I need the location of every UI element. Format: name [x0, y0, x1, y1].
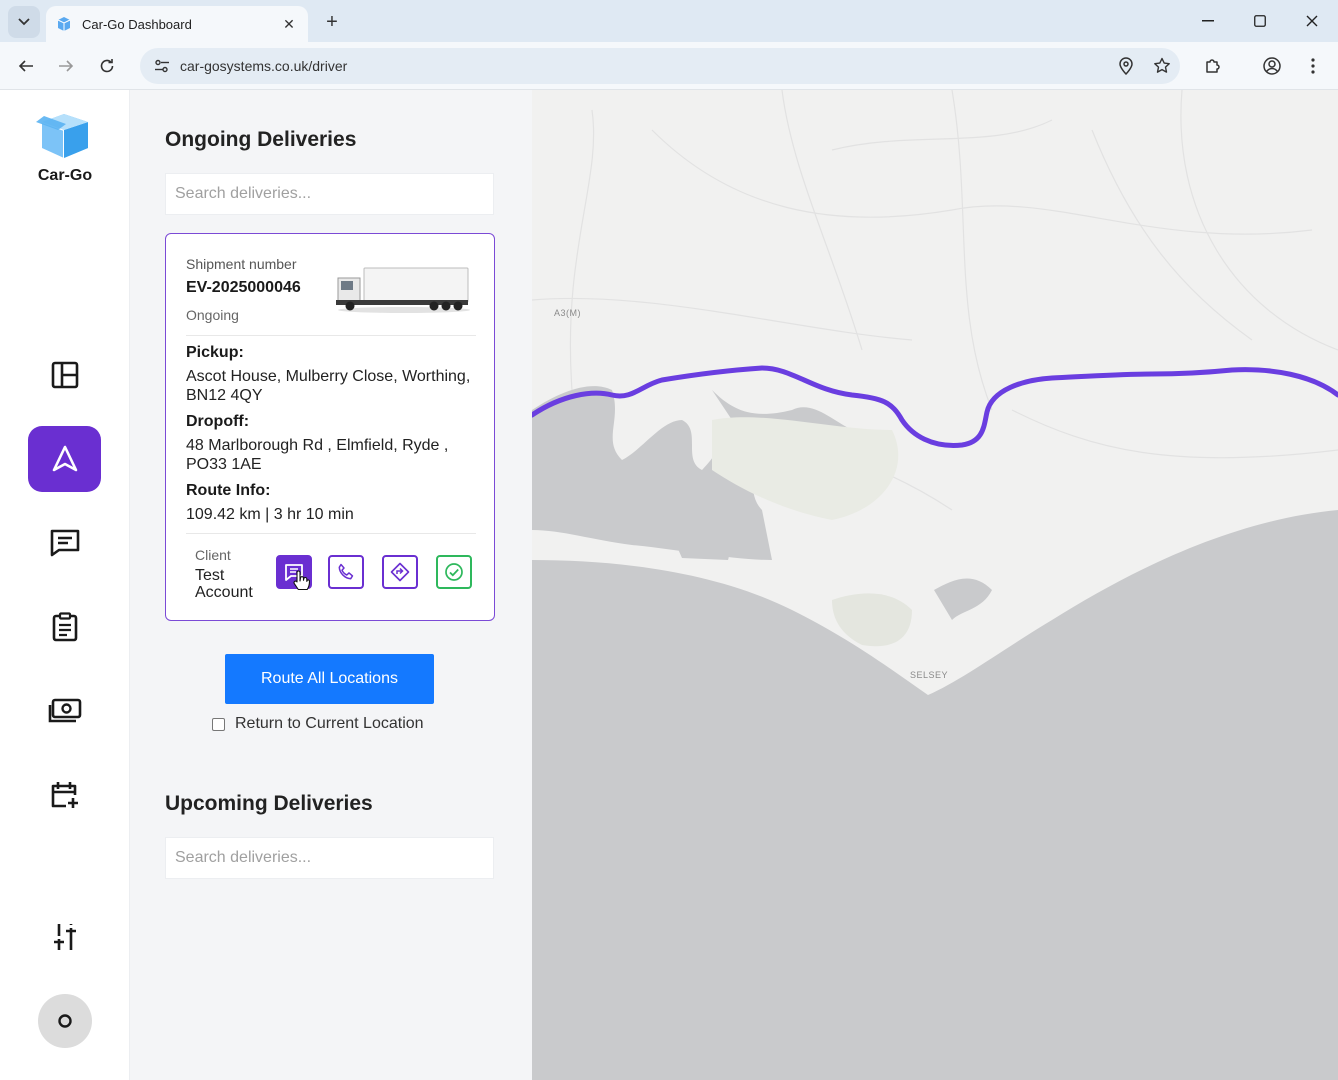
maximize-button[interactable]: [1238, 6, 1282, 36]
bookmark-star-icon[interactable]: [1144, 57, 1180, 75]
close-tab-icon[interactable]: ✕: [280, 15, 298, 33]
nav-settings[interactable]: [28, 904, 101, 970]
back-button[interactable]: [11, 51, 41, 81]
route-info-label: Route Info:: [186, 482, 271, 499]
complete-delivery-button[interactable]: [436, 555, 472, 589]
cargo-box-logo-icon: [36, 114, 89, 158]
url-text: car-gosystems.co.uk/driver: [180, 58, 348, 74]
map-canvas[interactable]: [532, 90, 1338, 1080]
upcoming-title: Upcoming Deliveries: [165, 792, 373, 815]
cube-favicon-icon: [57, 17, 71, 31]
tab-title: Car-Go Dashboard: [82, 16, 192, 32]
deliveries-panel: Ongoing Deliveries Shipment number EV-20…: [130, 90, 532, 1080]
user-circle-icon: [58, 1014, 72, 1028]
client-name: Test Account: [195, 567, 253, 601]
profile-button[interactable]: [1257, 51, 1287, 81]
truck-icon: [336, 267, 470, 313]
chevron-down-icon: [18, 18, 30, 26]
dashboard-icon: [51, 361, 78, 389]
card-divider: [186, 533, 476, 534]
minimize-button[interactable]: [1186, 6, 1230, 36]
nav-payments[interactable]: [28, 678, 101, 744]
call-client-button[interactable]: [328, 555, 364, 589]
pickup-address: Ascot House, Mulberry Close, Worthing, B…: [186, 368, 471, 404]
pickup-label: Pickup:: [186, 344, 244, 361]
calendar-add-icon: [51, 782, 78, 808]
maximize-icon: [1254, 15, 1266, 27]
message-client-button[interactable]: [276, 555, 312, 589]
delivery-card[interactable]: Shipment number EV-2025000046 Ongoing Pi…: [165, 233, 495, 621]
user-avatar-button[interactable]: [38, 994, 92, 1048]
dropoff-address: 48 Marlborough Rd , Elmfield, Ryde , PO3…: [186, 437, 449, 473]
forward-button[interactable]: [51, 51, 81, 81]
navigation-icon: [52, 445, 77, 472]
map-town-label: SELSEY: [910, 670, 949, 680]
return-location-label: Return to Current Location: [235, 715, 424, 732]
nav-navigation[interactable]: [28, 426, 101, 492]
nav-deliveries[interactable]: [28, 594, 101, 660]
app-root: Car-Go Ongoing Deliveries Search deliver…: [0, 90, 1338, 1080]
map-road-label: A3(M): [554, 308, 581, 318]
reload-icon: [100, 59, 114, 73]
logo-text: Car-Go: [37, 167, 93, 184]
tab-search-button[interactable]: [8, 6, 40, 38]
route-info-value: 109.42 km | 3 hr 10 min: [186, 506, 354, 523]
profile-icon: [1263, 57, 1281, 75]
return-location-checkbox[interactable]: [212, 717, 225, 731]
close-icon: [1306, 15, 1318, 27]
logo[interactable]: Car-Go: [30, 108, 100, 185]
browser-menu-button[interactable]: [1298, 51, 1328, 81]
shipment-number: EV-2025000046: [186, 279, 301, 296]
kebab-menu-icon: [1311, 58, 1315, 74]
close-window-button[interactable]: [1290, 6, 1334, 36]
nav-messages[interactable]: [28, 510, 101, 576]
location-pin-icon[interactable]: [1108, 57, 1144, 75]
route-all-button[interactable]: Route All Locations: [225, 654, 434, 704]
route-map[interactable]: A3(M) SELSEY: [532, 90, 1338, 1080]
directions-button[interactable]: [382, 555, 418, 589]
nav-schedule[interactable]: [28, 762, 101, 828]
new-tab-button[interactable]: +: [318, 8, 346, 36]
dropoff-label: Dropoff:: [186, 413, 250, 430]
extensions-button[interactable]: [1198, 51, 1228, 81]
browser-tab[interactable]: Car-Go Dashboard ✕: [46, 6, 308, 42]
phone-icon: [338, 563, 354, 580]
payments-icon: [48, 698, 81, 723]
reload-button[interactable]: [92, 51, 122, 81]
ongoing-search[interactable]: [165, 173, 494, 215]
shipment-status: Ongoing: [186, 307, 239, 323]
message-icon: [285, 564, 303, 581]
return-location-option[interactable]: Return to Current Location: [212, 715, 424, 733]
clipboard-icon: [52, 612, 77, 642]
settings-sliders-icon: [53, 924, 76, 950]
upcoming-search-input[interactable]: [175, 849, 484, 867]
site-settings-icon[interactable]: [144, 59, 180, 73]
puzzle-icon: [1206, 59, 1220, 73]
arrow-right-icon: [59, 60, 74, 72]
shipment-label: Shipment number: [186, 256, 297, 272]
client-label: Client: [195, 547, 231, 563]
ongoing-title: Ongoing Deliveries: [165, 128, 357, 151]
route-line[interactable]: [532, 365, 1338, 448]
browser-tab-bar: Car-Go Dashboard ✕ +: [0, 0, 1338, 42]
card-divider: [186, 335, 476, 336]
ongoing-search-input[interactable]: [175, 185, 484, 203]
directions-icon: [390, 562, 410, 582]
browser-toolbar: car-gosystems.co.uk/driver: [0, 42, 1338, 90]
complete-check-icon: [445, 563, 463, 581]
nav-rail: Car-Go: [0, 90, 130, 1080]
minimize-icon: [1202, 20, 1214, 22]
messages-icon: [50, 529, 79, 557]
upcoming-search[interactable]: [165, 837, 494, 879]
nav-dashboard[interactable]: [28, 342, 101, 408]
arrow-left-icon: [18, 60, 33, 72]
address-bar[interactable]: car-gosystems.co.uk/driver: [140, 48, 1180, 84]
